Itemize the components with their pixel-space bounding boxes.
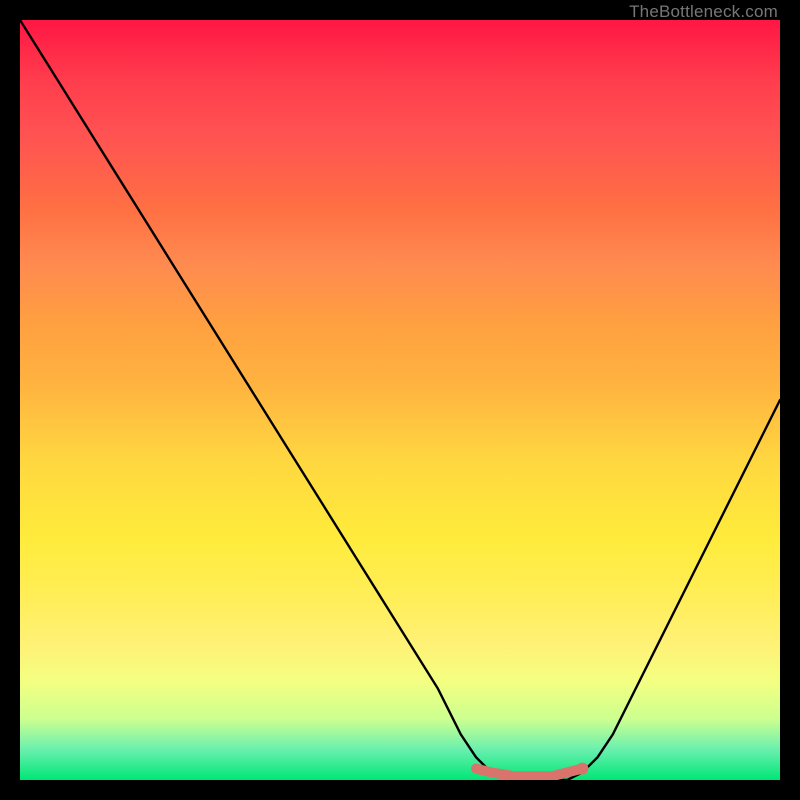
bottleneck-curve: [20, 20, 780, 780]
optimum-marker: [476, 769, 582, 777]
plot-area: [20, 20, 780, 780]
optimum-dot: [576, 763, 588, 775]
watermark-text: TheBottleneck.com: [629, 2, 778, 22]
curve-svg: [20, 20, 780, 780]
